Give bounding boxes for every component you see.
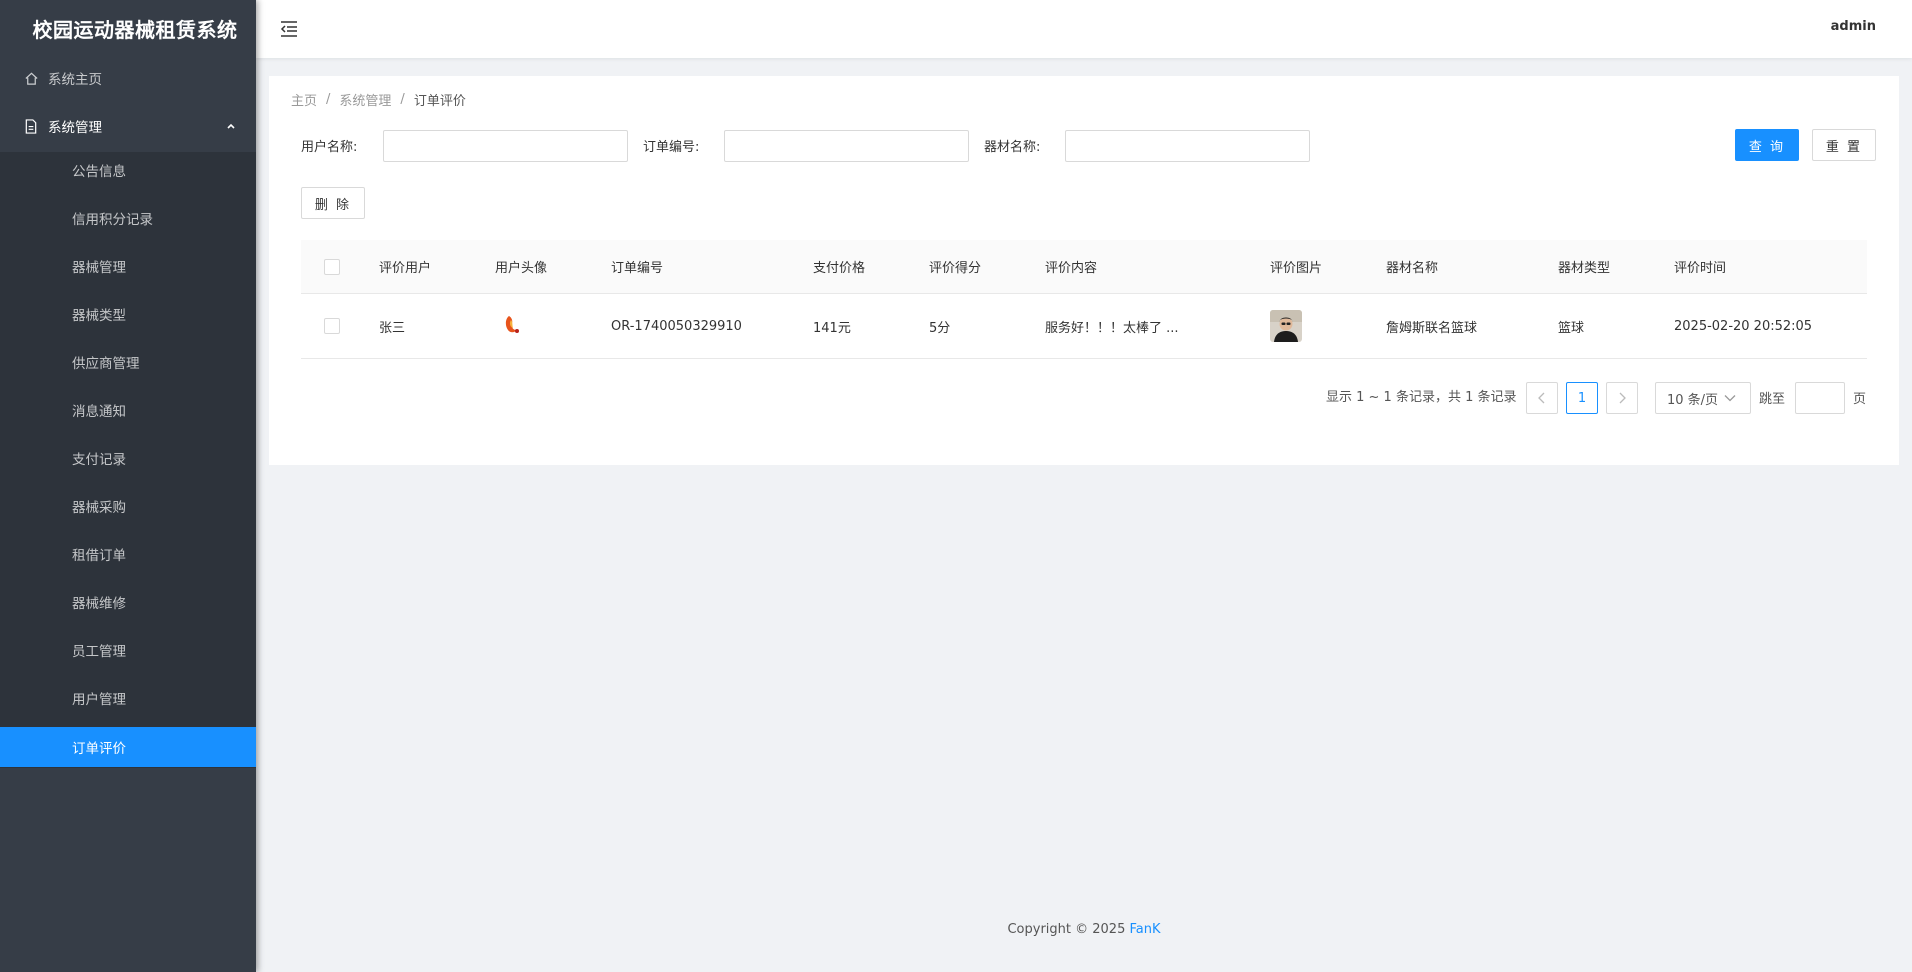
sidebar-item-messages[interactable]: 消息通知 [0,390,256,430]
avatar-icon [501,312,523,340]
cell-price: 141元 [813,320,851,336]
col-time: 评价时间 [1674,261,1727,276]
select-all-cell [324,240,340,293]
order-no-label: 订单编号: [643,140,700,155]
page-size-value: 10 条/页 [1667,392,1719,408]
page-suffix: 页 [1853,392,1867,407]
sidebar-item-label: 器械维修 [72,596,126,612]
row-checkbox[interactable] [324,318,340,334]
sidebar-item-label: 租借订单 [72,548,126,564]
col-avatar: 用户头像 [495,261,548,276]
sidebar: 校园运动器械租赁系统 系统主页 系统管理 公告信息 信用积分记录 器械管理 器械… [0,0,256,972]
breadcrumb-separator: / [326,92,331,107]
chevron-down-icon [1724,395,1736,402]
sidebar-item-payments[interactable]: 支付记录 [0,438,256,478]
col-equipment: 器材名称 [1386,261,1439,276]
footer-brand-link[interactable]: FanK [1130,922,1161,937]
col-reviewer: 评价用户 [379,261,432,276]
sidebar-item-label: 员工管理 [72,644,126,660]
sidebar-item-purchase[interactable]: 器械采购 [0,486,256,526]
sidebar-item-label: 消息通知 [72,404,126,420]
delete-button[interactable]: 删 除 [301,187,365,219]
breadcrumb-system[interactable]: 系统管理 [339,90,391,109]
home-icon [23,70,39,86]
sidebar-item-label: 公告信息 [72,164,126,180]
query-button[interactable]: 查 询 [1735,129,1799,161]
sidebar-item-users[interactable]: 用户管理 [0,678,256,718]
footer: Copyright © 2025 FanK [256,922,1912,937]
col-score: 评价得分 [929,261,982,276]
col-order-no: 订单编号 [611,261,664,276]
jump-page-input[interactable] [1795,382,1845,414]
cell-equipment: 詹姆斯联名篮球 [1386,320,1478,336]
sidebar-item-notice[interactable]: 公告信息 [0,150,256,190]
cell-reviewer: 张三 [379,320,406,336]
sidebar-item-home[interactable]: 系统主页 [0,58,256,98]
menu-fold-icon[interactable] [278,18,300,40]
sidebar-item-credit[interactable]: 信用积分记录 [0,198,256,238]
cell-type: 篮球 [1558,320,1585,336]
select-all-checkbox[interactable] [324,258,340,275]
col-type: 器材类型 [1558,261,1611,276]
reviews-table: 评价用户 用户头像 订单编号 支付价格 评价得分 评价内容 评价图片 器材名称 … [301,240,1867,359]
sidebar-item-label: 器械类型 [72,308,126,324]
sidebar-item-rental-orders[interactable]: 租借订单 [0,534,256,574]
user-name-label: 用户名称: [301,140,358,155]
col-content: 评价内容 [1045,261,1098,276]
sidebar-item-repair[interactable]: 器械维修 [0,582,256,622]
app-title: 校园运动器械租赁系统 [32,17,238,42]
page-1-button[interactable]: 1 [1566,382,1598,414]
sidebar-item-equipment-type[interactable]: 器械类型 [0,294,256,334]
page-size-select[interactable]: 10 条/页 [1655,382,1751,414]
sidebar-group-system[interactable]: 系统管理 [0,106,256,146]
user-menu[interactable]: admin [1831,19,1876,34]
user-name-input[interactable] [383,130,628,162]
sidebar-item-label: 用户管理 [72,692,126,708]
content-card: 主页 / 系统管理 / 订单评价 用户名称: 订单编号: 器材名称: 查 询 重… [269,76,1899,465]
sidebar-item-label: 供应商管理 [72,356,140,372]
top-header: admin [256,0,1912,58]
chevron-right-icon [1619,392,1626,404]
sidebar-item-staff[interactable]: 员工管理 [0,630,256,670]
sidebar-item-label: 器械管理 [72,260,126,276]
sidebar-item-label: 订单评价 [72,741,126,757]
next-page-button[interactable] [1606,382,1638,414]
equipment-name-label: 器材名称: [984,140,1041,155]
document-icon [23,118,39,134]
order-no-input[interactable] [724,130,969,162]
breadcrumb-current: 订单评价 [413,94,466,109]
sidebar-item-equipment[interactable]: 器械管理 [0,246,256,286]
cell-time: 2025-02-20 20:52:05 [1674,318,1813,334]
review-photo[interactable] [1270,310,1302,342]
sidebar-item-label: 信用积分记录 [72,212,153,228]
sidebar-item-supplier[interactable]: 供应商管理 [0,342,256,382]
cell-order-no: OR-1740050329910 [611,318,742,334]
pagination-summary: 显示 1 ~ 1 条记录，共 1 条记录 [1326,390,1517,405]
cell-content: 服务好！！！太棒了 ... [1045,320,1179,336]
equipment-name-input[interactable] [1065,130,1310,162]
cell-score: 5分 [929,320,951,336]
jump-label: 跳至 [1759,392,1786,407]
breadcrumb: 主页 / 系统管理 / 订单评价 [291,90,466,109]
row-select-cell [324,294,340,358]
table-header: 评价用户 用户头像 订单编号 支付价格 评价得分 评价内容 评价图片 器材名称 … [301,240,1867,294]
prev-page-button[interactable] [1526,382,1558,414]
breadcrumb-home[interactable]: 主页 [291,90,317,109]
reset-button[interactable]: 重 置 [1812,129,1876,161]
col-image: 评价图片 [1270,261,1323,276]
chevron-left-icon [1538,392,1545,404]
cell-avatar [501,294,523,358]
sidebar-item-label: 器械采购 [72,500,126,516]
cell-image [1270,294,1302,358]
chevron-up-icon [226,119,236,135]
sidebar-group-label: 系统管理 [48,120,102,136]
sidebar-item-label: 支付记录 [72,452,126,468]
table-row[interactable]: 张三 OR-1740050329910 141元 5分 服务好！！！太棒了 ..… [301,294,1867,359]
col-price: 支付价格 [813,261,866,276]
copyright-text: Copyright © 2025 [1007,922,1130,937]
sidebar-item-order-reviews[interactable]: 订单评价 [0,727,256,767]
breadcrumb-separator: / [400,92,405,107]
sidebar-item-home-label: 系统主页 [48,72,102,88]
